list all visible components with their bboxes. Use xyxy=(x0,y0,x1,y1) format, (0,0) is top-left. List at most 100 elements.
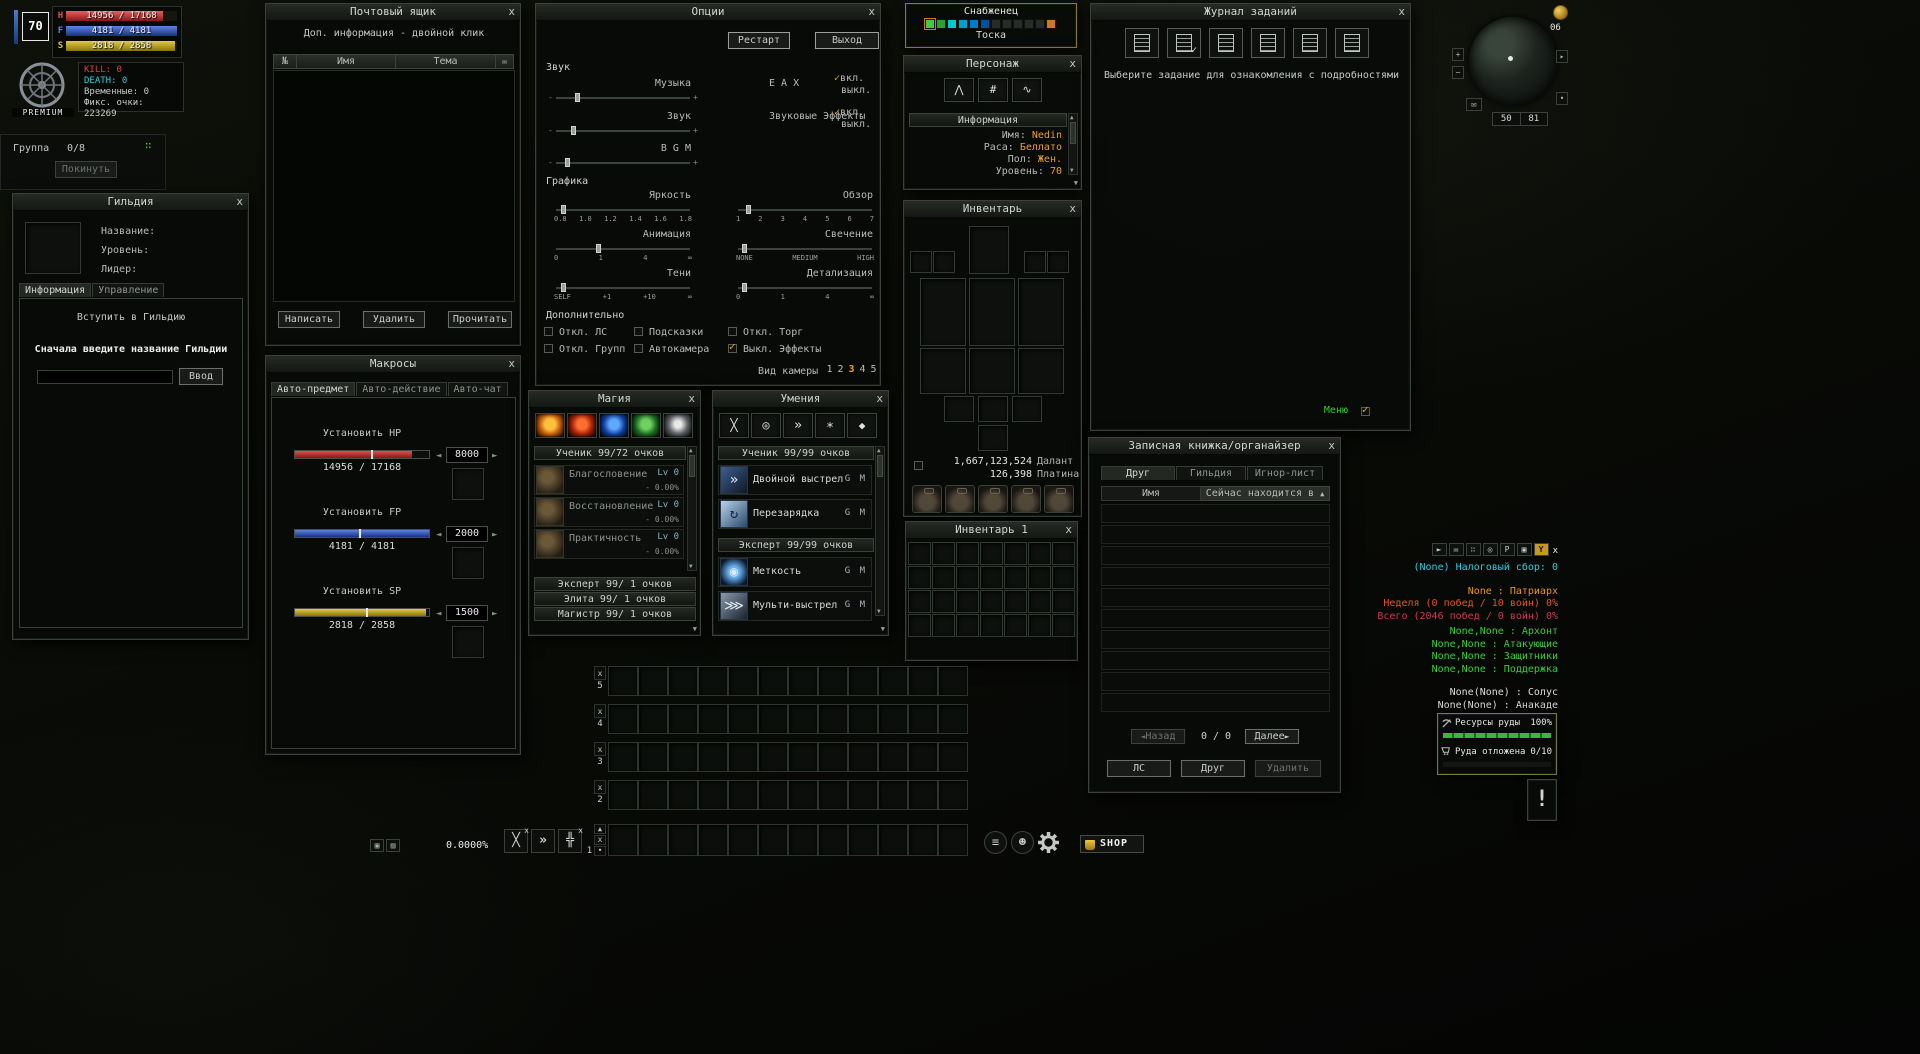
target-icon[interactable]: ◎ xyxy=(1483,543,1498,556)
hotbar-slot[interactable] xyxy=(638,780,668,810)
hotbar-slot[interactable] xyxy=(728,666,758,696)
macro-fp-setting[interactable]: 2000 xyxy=(446,526,488,542)
hotbar-slot[interactable] xyxy=(668,780,698,810)
hotbar-slot[interactable] xyxy=(728,704,758,734)
hotbar-slot[interactable] xyxy=(698,780,728,810)
inventory-slot[interactable] xyxy=(932,542,955,565)
organizer-col-location[interactable]: Сейчас находится в ▲ xyxy=(1201,486,1330,501)
accessory-slot[interactable] xyxy=(1024,251,1046,273)
weapon-slot[interactable] xyxy=(920,278,966,346)
inventory-slot[interactable] xyxy=(1028,590,1051,613)
close-icon[interactable]: x xyxy=(1328,438,1335,454)
hotbar-page-dot-icon[interactable]: • xyxy=(594,846,606,856)
camera-option-3[interactable]: 3 xyxy=(846,364,857,375)
dark-element-icon[interactable] xyxy=(663,413,693,438)
inventory-slot[interactable] xyxy=(908,542,931,565)
quest-box-icon[interactable] xyxy=(1251,28,1285,58)
brightness-slider[interactable] xyxy=(556,204,690,215)
inventory-slot[interactable] xyxy=(980,542,1003,565)
increase-arrow-icon[interactable]: ► xyxy=(492,530,497,540)
expand-icon[interactable]: ▼ xyxy=(881,625,885,633)
hotbar-slot[interactable] xyxy=(608,704,638,734)
hotbar-slot[interactable] xyxy=(848,666,878,696)
hotbar-slot[interactable] xyxy=(878,704,908,734)
camera-option-5[interactable]: 5 xyxy=(868,364,879,375)
camera-option-1[interactable]: 1 xyxy=(824,364,835,375)
flame-element-icon[interactable] xyxy=(567,413,597,438)
hotbar-slot[interactable] xyxy=(938,780,968,810)
sound-slider[interactable]: -+ xyxy=(556,125,690,136)
organizer-col-name[interactable]: Имя xyxy=(1101,486,1201,501)
hotbar-slot[interactable] xyxy=(908,704,938,734)
hotbar-slot[interactable] xyxy=(758,780,788,810)
magic-rank-elite[interactable]: Элита 99/ 1 очков xyxy=(534,592,696,606)
mail-notify-icon[interactable]: ✉ xyxy=(1466,98,1482,111)
inventory-slot[interactable] xyxy=(1052,614,1075,637)
spell-row[interactable]: Восстановление Lv 0 - 0.00% xyxy=(534,497,684,527)
ring-slot[interactable] xyxy=(1012,396,1042,422)
close-icon[interactable]: x xyxy=(868,4,875,20)
skill-gm-flags[interactable]: G M xyxy=(845,474,867,484)
mail-col-subject[interactable]: Тема xyxy=(396,54,496,69)
amulet-slot[interactable] xyxy=(978,396,1008,422)
party-leave-button[interactable]: Покинуть xyxy=(55,161,117,178)
melee-skill-icon[interactable]: ╳ xyxy=(719,413,749,438)
hotbar-slot[interactable] xyxy=(698,742,728,772)
inventory-slot[interactable] xyxy=(1004,614,1027,637)
bag-tab-icon[interactable] xyxy=(945,485,975,513)
hotbar-slot[interactable] xyxy=(848,780,878,810)
guild-enter-button[interactable]: Ввод xyxy=(179,368,223,385)
close-icon[interactable]: x xyxy=(1553,546,1558,556)
shield-slot[interactable] xyxy=(1018,278,1064,346)
hotbar-slot[interactable] xyxy=(878,824,908,856)
eax-off-radio[interactable]: выкл. xyxy=(841,85,871,96)
hotbar-slot[interactable] xyxy=(728,780,758,810)
friend-list-row[interactable] xyxy=(1101,525,1330,544)
hotbar-slot[interactable] xyxy=(818,704,848,734)
hotbar-slot[interactable] xyxy=(788,824,818,856)
quest-scroll-icon[interactable] xyxy=(1209,28,1243,58)
tab-guild[interactable]: Гильдия xyxy=(1176,466,1246,480)
y-flag-icon[interactable]: Y xyxy=(1534,543,1549,556)
mail-write-button[interactable]: Написать xyxy=(278,311,340,328)
toggle-icon-1[interactable]: ▣ xyxy=(370,839,384,852)
inventory-slot[interactable] xyxy=(956,542,979,565)
increase-arrow-icon[interactable]: ► xyxy=(492,451,497,461)
close-icon[interactable]: x xyxy=(1069,201,1076,217)
hotbar-slot[interactable] xyxy=(878,666,908,696)
increase-arrow-icon[interactable]: ► xyxy=(492,609,497,619)
hotbar-slot[interactable] xyxy=(758,704,788,734)
glow-slider[interactable] xyxy=(738,243,872,254)
quest-table-icon[interactable] xyxy=(1335,28,1369,58)
detail-slider[interactable] xyxy=(738,282,872,293)
expand-icon[interactable]: ▼ xyxy=(1074,179,1078,187)
toggle-icon-2[interactable]: ▨ xyxy=(386,839,400,852)
macro-hp-setting[interactable]: 8000 xyxy=(446,447,488,463)
camera-option-2[interactable]: 2 xyxy=(835,364,846,375)
star-skill-icon[interactable]: ◆ xyxy=(847,413,877,438)
accessory-slot[interactable] xyxy=(910,251,932,273)
inventory-slot[interactable] xyxy=(932,566,955,589)
inventory-slot[interactable] xyxy=(1028,542,1051,565)
character-info-header[interactable]: Информация xyxy=(909,113,1067,127)
hotbar-slot[interactable] xyxy=(908,780,938,810)
expand-icon[interactable]: ▼ xyxy=(693,625,697,633)
skills-scrollbar[interactable] xyxy=(875,446,885,616)
bag-tab-icon[interactable] xyxy=(912,485,942,513)
checkbox-disable-pm[interactable]: Откл. ЛС xyxy=(544,327,607,338)
hotbar-slot[interactable] xyxy=(668,666,698,696)
spell-row[interactable]: Практичность Lv 0 - 0.00% xyxy=(534,529,684,559)
hotbar-slot[interactable] xyxy=(818,666,848,696)
hotbar-slot[interactable] xyxy=(848,824,878,856)
exit-button[interactable]: Выход xyxy=(815,32,879,49)
tab-friends[interactable]: Друг xyxy=(1101,466,1175,480)
inventory-slot[interactable] xyxy=(980,614,1003,637)
hotbar-slot[interactable] xyxy=(698,704,728,734)
bgm-slider[interactable]: -+ xyxy=(556,157,690,168)
hotbar-slot[interactable] xyxy=(938,666,968,696)
skill-row[interactable]: ↻ Перезарядка G M xyxy=(718,499,872,529)
sfx-on-radio[interactable]: ✓вкл. xyxy=(834,107,864,118)
bag-tab-icon[interactable] xyxy=(1044,485,1074,513)
tab-auto-chat[interactable]: Авто-чат xyxy=(448,382,508,396)
close-icon[interactable]: x xyxy=(236,194,243,210)
